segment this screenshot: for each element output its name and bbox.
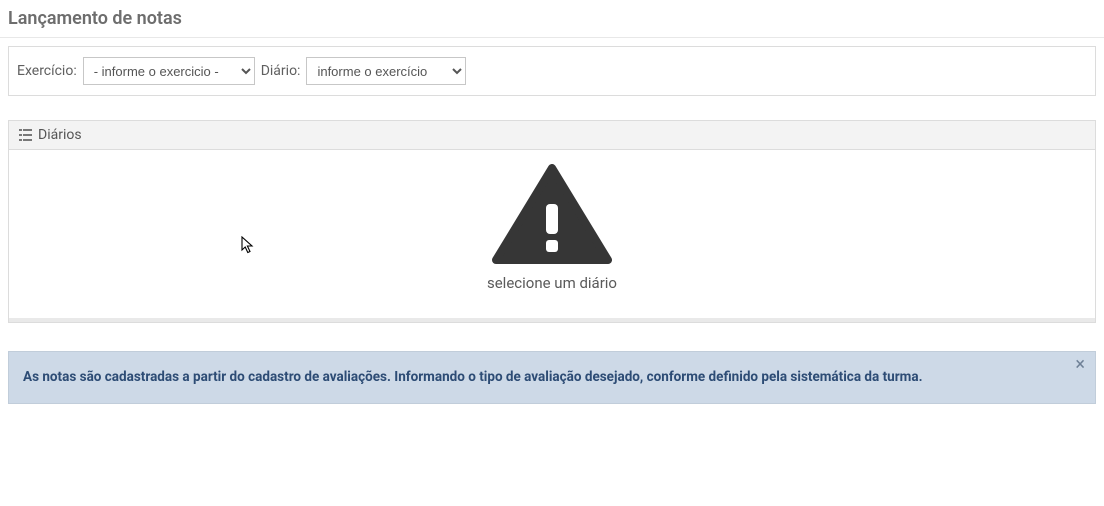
info-alert-text: As notas são cadastradas a partir do cad…	[23, 368, 923, 387]
exercicio-label: Exercício:	[17, 63, 77, 79]
diarios-panel-title: Diários	[38, 127, 82, 143]
diarios-panel-header: Diários	[9, 121, 1095, 150]
warning-icon	[492, 164, 612, 264]
list-icon	[19, 129, 32, 141]
exercicio-select[interactable]: - informe o exercicio -	[83, 57, 255, 85]
panel-bottom-bar	[9, 318, 1095, 322]
diarios-panel: Diários selecione um diário	[8, 120, 1096, 323]
info-alert: As notas são cadastradas a partir do cad…	[8, 351, 1096, 404]
header-divider	[0, 37, 1104, 38]
page-title: Lançamento de notas	[0, 0, 1104, 37]
diario-label: Diário:	[261, 63, 301, 79]
filter-panel: Exercício: - informe o exercicio - Diári…	[8, 46, 1096, 96]
diario-select[interactable]: informe o exercício	[306, 57, 466, 85]
empty-state-text: selecione um diário	[487, 274, 617, 292]
alert-close-button[interactable]: ×	[1075, 356, 1085, 374]
diarios-panel-body: selecione um diário	[9, 150, 1095, 318]
